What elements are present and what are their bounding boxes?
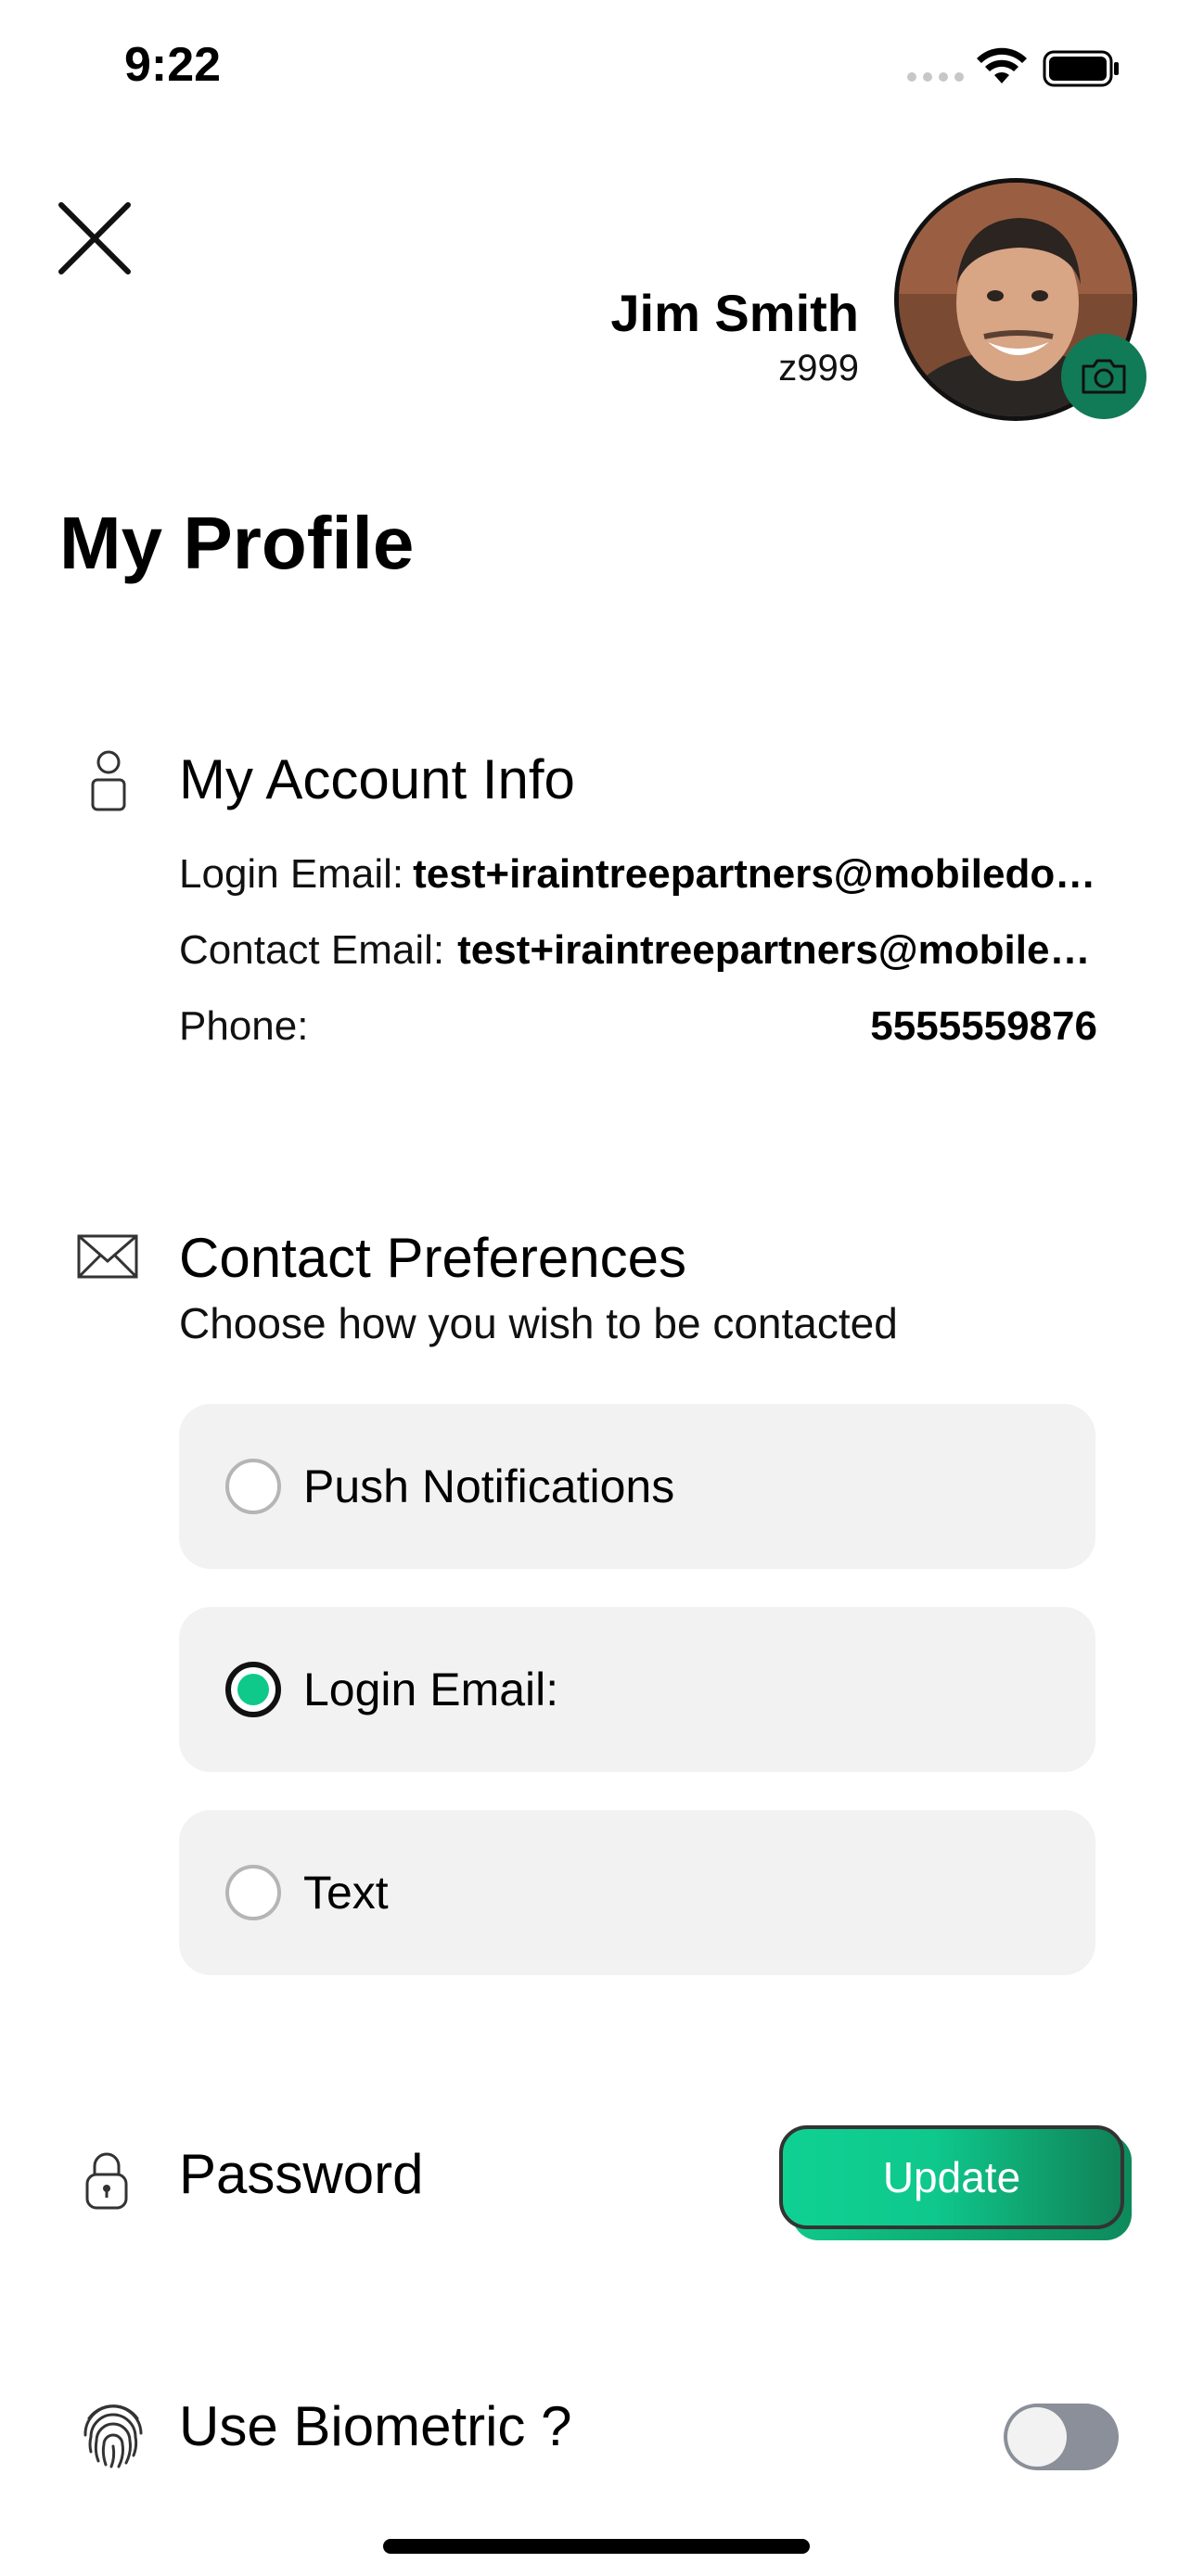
person-icon (91, 750, 126, 811)
biometric-toggle[interactable] (1004, 2404, 1119, 2470)
password-label: Password (179, 2143, 424, 2205)
option-label: Login Email: (303, 1664, 559, 1715)
battery-icon (1043, 50, 1119, 87)
contact-email-row: Contact Email: test+iraintreepartners@mo… (179, 927, 1097, 983)
camera-icon (1082, 359, 1126, 394)
option-text[interactable]: Text (179, 1810, 1095, 1975)
change-photo-button[interactable] (1061, 334, 1146, 419)
update-password-button[interactable]: Update (779, 2125, 1132, 2240)
fingerprint-icon (83, 2404, 143, 2468)
option-login-email[interactable]: Login Email: (179, 1607, 1095, 1772)
phone-value: 5555559876 (870, 1003, 1097, 1049)
phone-label: Phone: (179, 1003, 309, 1049)
update-button-label: Update (882, 2153, 1021, 2201)
phone-row: Phone: 5555559876 (179, 1003, 1097, 1059)
home-indicator (383, 2539, 810, 2554)
login-email-label: Login Email: (179, 851, 404, 897)
radio-push-notifications[interactable] (225, 1459, 281, 1514)
user-name: Jim Smith (610, 284, 859, 342)
lock-icon (85, 2152, 128, 2210)
account-info-title: My Account Info (179, 748, 575, 810)
status-bar: 9:22 (0, 0, 1191, 139)
envelope-icon (77, 1234, 138, 1279)
update-button-face[interactable]: Update (779, 2125, 1124, 2229)
wifi-icon (977, 47, 1027, 83)
close-icon[interactable] (56, 199, 134, 277)
contact-email-label: Contact Email: (179, 927, 445, 973)
radio-login-email[interactable] (225, 1662, 281, 1717)
page-title: My Profile (59, 502, 415, 584)
option-label: Text (303, 1867, 389, 1919)
login-email-row: Login Email: test+iraintreepartners@mobi… (179, 851, 1097, 907)
cellular-signal-icon (907, 72, 964, 82)
user-id: z999 (778, 348, 859, 389)
contact-preferences-subtitle: Choose how you wish to be contacted (179, 1299, 898, 1347)
radio-text[interactable] (225, 1865, 281, 1920)
option-push-notifications[interactable]: Push Notifications (179, 1404, 1095, 1569)
option-label: Push Notifications (303, 1460, 675, 1512)
login-email-value: test+iraintreepartners@mobiledo… (413, 851, 1096, 897)
toggle-knob (1007, 2407, 1067, 2467)
contact-email-value: test+iraintreepartners@mobile… (457, 927, 1091, 973)
contact-preferences-title: Contact Preferences (179, 1227, 686, 1289)
status-time: 9:22 (124, 38, 222, 92)
biometric-label: Use Biometric ? (179, 2395, 572, 2457)
